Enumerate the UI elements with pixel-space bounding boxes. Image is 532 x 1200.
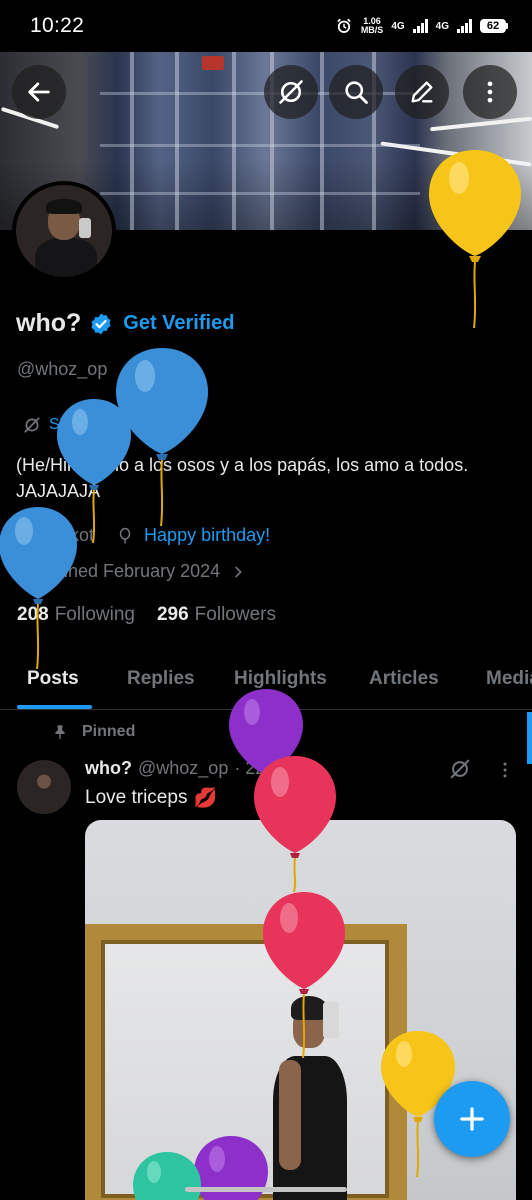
back-button[interactable] — [12, 65, 66, 119]
tab-highlights[interactable]: Highlights — [234, 668, 327, 690]
following-link[interactable]: 208 Following — [17, 604, 135, 626]
followers-label: Followers — [194, 604, 276, 625]
mirror-person — [273, 996, 347, 1200]
net-speed: 1.06 MB/S — [361, 17, 384, 35]
status-bar: 10:22 1.06 MB/S 4G 4G 62 — [0, 0, 532, 52]
followers-link[interactable]: 296 Followers — [157, 604, 276, 626]
tab-posts[interactable]: Posts — [27, 668, 79, 690]
pinned-indicator: Pinned — [52, 723, 135, 741]
network-type-2: 4G — [435, 20, 449, 32]
pin-icon — [55, 725, 65, 740]
plus-icon — [460, 1107, 484, 1131]
post-author-name[interactable]: who? — [85, 758, 132, 779]
network-type-1: 4G — [391, 20, 405, 32]
arrow-left-icon — [28, 82, 50, 102]
search-icon — [345, 81, 368, 104]
alarm-icon — [337, 18, 351, 33]
verified-badge-icon[interactable] — [89, 312, 113, 336]
post-author-avatar[interactable] — [17, 760, 71, 814]
home-indicator[interactable] — [185, 1187, 347, 1192]
battery-icon: 62 — [480, 19, 508, 33]
birthday-link[interactable]: Happy birthday! — [144, 525, 270, 546]
profile-name: who? — [16, 309, 82, 337]
active-tab-indicator — [17, 705, 92, 709]
edit-button[interactable] — [395, 65, 449, 119]
battery-level: 62 — [480, 19, 506, 33]
followers-count: 296 — [156, 604, 189, 625]
translate-off-icon — [24, 417, 40, 433]
post-author-handle[interactable]: @whoz_op — [138, 758, 228, 779]
avatar — [16, 185, 112, 277]
get-verified-link[interactable]: Get Verified — [123, 312, 234, 335]
following-label: Following — [54, 604, 135, 625]
pen-icon — [411, 81, 433, 103]
post-more-icon[interactable] — [495, 759, 515, 781]
joined-row[interactable]: Joined February 2024 — [17, 561, 246, 582]
profile-tabs: Posts Replies Highlights Articles Media — [0, 656, 532, 710]
profile-handle: @whoz_op — [17, 359, 108, 379]
tab-replies[interactable]: Replies — [127, 668, 195, 690]
signal-icon — [412, 19, 428, 33]
location-pin-icon — [19, 528, 33, 545]
translate-off-icon[interactable] — [449, 758, 471, 780]
joined-date: Joined February 2024 — [45, 561, 221, 581]
tab-articles[interactable]: Articles — [369, 668, 439, 690]
compose-post-button[interactable] — [434, 1081, 510, 1157]
translate-toggle-button[interactable] — [264, 65, 318, 119]
search-button[interactable] — [329, 65, 383, 119]
more-vertical-icon — [487, 81, 493, 103]
chevron-right-icon — [235, 566, 242, 577]
signal-icon-2 — [457, 19, 472, 33]
more-options-button[interactable] — [463, 65, 517, 119]
status-indicators: 1.06 MB/S 4G 4G 62 — [335, 17, 508, 35]
translate-off-icon — [279, 80, 303, 104]
pinned-label: Pinned — [82, 723, 136, 740]
profile-avatar[interactable] — [12, 181, 116, 281]
post-text-content: Love triceps — [85, 787, 188, 808]
balloon-icon — [119, 527, 131, 543]
mirror-frame — [85, 924, 407, 1200]
scrollbar[interactable] — [527, 712, 532, 764]
post-date: · 22 Jul 24 — [234, 758, 319, 778]
follow-stats: 208 Following 296 Followers — [17, 604, 276, 626]
profile-location: 7e kot — [45, 525, 95, 545]
net-speed-unit: MB/S — [360, 25, 384, 35]
status-time: 10:22 — [30, 14, 85, 37]
tab-media[interactable]: Media — [486, 668, 532, 690]
kiss-emoji: 💋 — [193, 788, 218, 809]
show-translation-label: Show translation — [49, 416, 168, 433]
following-count: 208 — [17, 604, 49, 625]
post-text: Love triceps 💋 — [85, 786, 217, 810]
show-translation-link[interactable]: Show translation — [23, 416, 167, 434]
profile-bio: (He/Him) Amo a los osos y a los papás, l… — [16, 455, 469, 501]
profile-name-row: who? Get Verified — [16, 309, 234, 338]
post-header: who? @whoz_op · 22 Jul 24 — [85, 758, 318, 779]
location-birthday-row: 7e kot Happy birthday! — [17, 525, 270, 546]
calendar-icon — [18, 564, 34, 579]
